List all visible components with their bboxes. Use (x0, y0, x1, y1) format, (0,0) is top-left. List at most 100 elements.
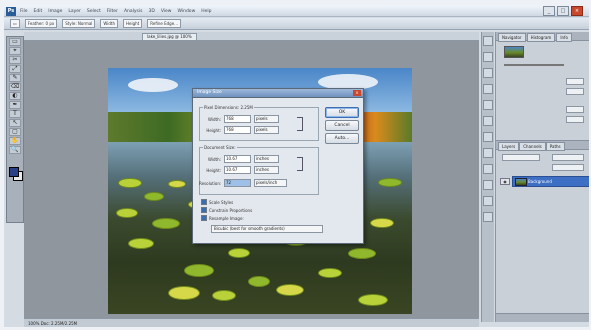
pixel-height-input[interactable]: 768 (224, 126, 251, 134)
toolbox: ▭ ⌖ ✂ ⤢ ✎ ⌫ ◐ ✒ T ↖ ▢ ✋ 🔍 (6, 36, 24, 223)
crop-tool-icon[interactable]: ⤢ (9, 65, 21, 73)
adjustments-icon[interactable] (483, 180, 493, 190)
tab-channels[interactable]: Channels (519, 142, 546, 151)
tab-paths[interactable]: Paths (545, 142, 565, 151)
panel-field[interactable] (566, 106, 584, 113)
menu-3d[interactable]: 3D (148, 9, 154, 14)
scale-styles-checkbox[interactable]: Scale Styles (201, 199, 233, 205)
style-select[interactable]: Style: Normal (62, 19, 96, 28)
history-icon[interactable] (483, 36, 493, 46)
maximize-button[interactable]: □ (557, 6, 569, 16)
marquee-icon[interactable]: ▭ (10, 19, 20, 28)
menu-filter[interactable]: Filter (107, 9, 118, 14)
constrain-proportions-label: Constrain Proportions (209, 207, 253, 213)
width-field[interactable]: Width (100, 19, 119, 28)
refine-edge-button[interactable]: Refine Edge... (147, 19, 181, 28)
menu-layer[interactable]: Layer (68, 9, 81, 14)
resample-method-select[interactable]: Bicubic (best for smooth gradients) (211, 225, 323, 233)
doc-width-input[interactable]: 10.67 (224, 155, 251, 163)
panel-field[interactable] (566, 78, 584, 85)
type-tool-icon[interactable]: T (9, 110, 21, 118)
menu-analysis[interactable]: Analysis (124, 9, 143, 14)
menu-edit[interactable]: Edit (34, 9, 43, 14)
lily-pad (348, 248, 376, 259)
tab-info[interactable]: Info (556, 33, 572, 42)
tab-navigator[interactable]: Navigator (498, 33, 526, 42)
doc-height-label: Height: (206, 167, 221, 173)
feather-field[interactable]: Feather: 0 px (24, 19, 58, 28)
lily-pad (116, 208, 138, 218)
lily-pad (118, 178, 142, 188)
styles-icon[interactable] (483, 148, 493, 158)
dodge-tool-icon[interactable]: ◐ (9, 92, 21, 100)
lasso-tool-icon[interactable]: ✂ (9, 56, 21, 64)
lily-pad (370, 218, 394, 228)
character-icon[interactable] (483, 100, 493, 110)
menu-help[interactable]: Help (201, 9, 211, 14)
tab-histogram[interactable]: Histogram (526, 33, 556, 42)
masks-icon[interactable] (483, 196, 493, 206)
navigator-thumbnail[interactable] (504, 46, 524, 58)
close-button[interactable]: × (571, 6, 583, 16)
constrain-proportions-checkbox[interactable]: Constrain Proportions (201, 207, 252, 213)
menu-image[interactable]: Image (48, 9, 62, 14)
height-field[interactable]: Height (123, 19, 143, 28)
resample-image-checkbox[interactable]: Resample Image: (201, 215, 244, 221)
pen-tool-icon[interactable]: ✒ (9, 101, 21, 109)
pixel-width-unit-select[interactable]: pixels (254, 115, 279, 123)
minimize-button[interactable]: _ (543, 6, 555, 16)
tool-presets-icon[interactable] (483, 132, 493, 142)
doc-width-unit-select[interactable]: inches (254, 155, 279, 163)
document-tab[interactable]: lake_lilies.jpg @ 100% (142, 33, 197, 41)
zoom-slider[interactable] (504, 64, 564, 66)
lily-pad (212, 290, 236, 301)
notes-icon[interactable] (483, 212, 493, 222)
hand-tool-icon[interactable]: ✋ (9, 137, 21, 145)
ok-button[interactable]: OK (325, 107, 359, 118)
shape-tool-icon[interactable]: ▢ (9, 128, 21, 136)
pixel-width-row: Width: 768 pixels (199, 115, 279, 123)
image-size-dialog: Image Size × Pixel Dimensions: 2.25M Wid… (192, 88, 364, 244)
app-logo: Ps (6, 7, 16, 16)
layer-row[interactable]: Background (512, 176, 589, 187)
move-tool-icon[interactable]: ⌖ (9, 47, 21, 55)
doc-height-unit-select[interactable]: inches (254, 166, 279, 174)
foreground-color-swatch[interactable] (9, 167, 19, 177)
actions-icon[interactable] (483, 52, 493, 62)
swatches-icon[interactable] (483, 164, 493, 174)
cancel-button[interactable]: Cancel (325, 120, 359, 131)
path-select-tool-icon[interactable]: ↖ (9, 119, 21, 127)
resolution-unit-select[interactable]: pixels/inch (254, 179, 287, 187)
brushes-icon[interactable] (483, 68, 493, 78)
clone-source-icon[interactable] (483, 84, 493, 94)
paragraph-icon[interactable] (483, 116, 493, 126)
photo-cloud (128, 78, 178, 92)
blend-mode-select[interactable] (502, 154, 540, 161)
panel-field[interactable] (566, 116, 584, 123)
brush-tool-icon[interactable]: ✎ (9, 74, 21, 82)
zoom-tool-icon[interactable]: 🔍 (9, 146, 21, 154)
menu-file[interactable]: File (20, 9, 28, 14)
menu-window[interactable]: Window (178, 9, 196, 14)
opacity-field[interactable] (552, 154, 584, 161)
marquee-tool-icon[interactable]: ▭ (9, 38, 21, 46)
lily-pad (378, 178, 402, 187)
layer-name: Background (528, 179, 552, 184)
lily-pad (318, 268, 342, 278)
resolution-input[interactable]: 72 (224, 179, 251, 187)
pixel-width-input[interactable]: 768 (224, 115, 251, 123)
panel-field[interactable] (566, 88, 584, 95)
tab-layers[interactable]: Layers (498, 142, 520, 151)
pixel-height-unit-select[interactable]: pixels (254, 126, 279, 134)
doc-height-input[interactable]: 10.67 (224, 166, 251, 174)
auto-button[interactable]: Auto... (325, 133, 359, 144)
fill-field[interactable] (552, 164, 584, 171)
pixel-link-bracket (297, 117, 303, 131)
menu-view[interactable]: View (161, 9, 172, 14)
dialog-close-button[interactable]: × (353, 90, 361, 96)
lily-pad (152, 218, 180, 229)
eye-icon[interactable]: ◉ (500, 178, 510, 185)
menu-select[interactable]: Select (87, 9, 101, 14)
eraser-tool-icon[interactable]: ⌫ (9, 83, 21, 91)
lily-pad (358, 294, 388, 306)
